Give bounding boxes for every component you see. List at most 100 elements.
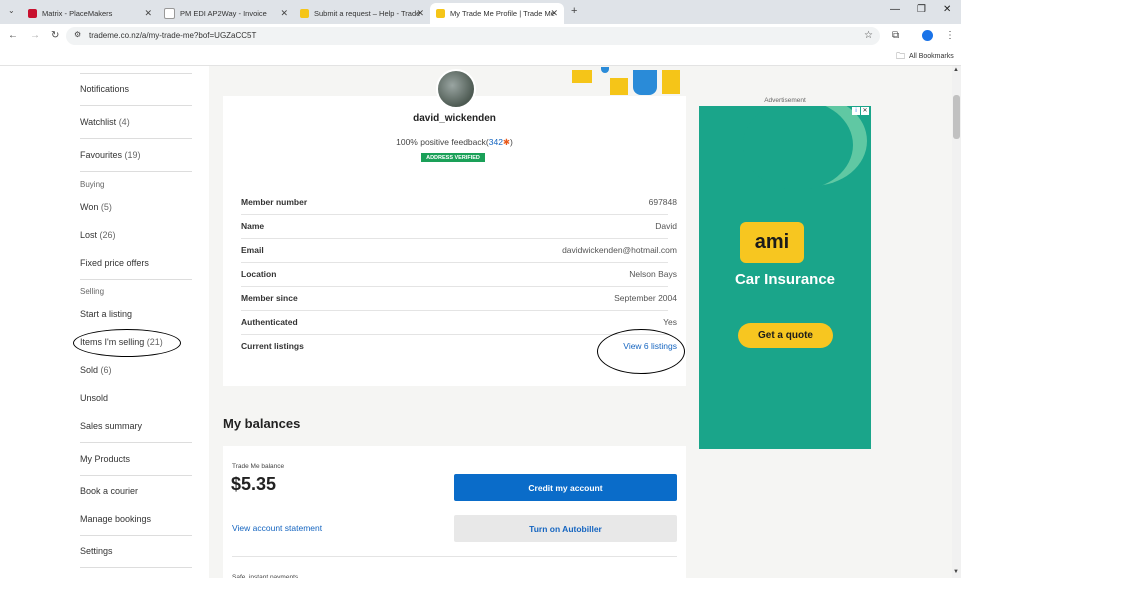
- back-icon[interactable]: ←: [8, 31, 18, 41]
- sidebar-heading-selling: Selling: [80, 287, 105, 296]
- sidebar-item-label: Unsold: [80, 393, 109, 403]
- current-listings-label: Current listings: [241, 341, 304, 351]
- sidebar-item-settings[interactable]: Settings: [80, 546, 192, 556]
- divider: [241, 286, 668, 287]
- feedback-text: 100% positive feedback: [396, 137, 486, 147]
- sidebar-item-won[interactable]: Won (5): [80, 202, 192, 212]
- scroll-down-icon[interactable]: ▼: [953, 569, 959, 575]
- sidebar-item-count: (4): [118, 117, 130, 127]
- credit-account-button[interactable]: Credit my account: [454, 474, 677, 501]
- balance-label: Trade Me balance: [232, 463, 285, 470]
- tab-matrix[interactable]: Matrix - PlaceMakers ✕: [22, 3, 158, 24]
- tab-trademe-profile[interactable]: My Trade Me Profile | Trade Me ✕: [430, 3, 564, 24]
- site-info-icon[interactable]: ⚙: [74, 31, 81, 39]
- get-quote-button[interactable]: Get a quote: [738, 323, 833, 348]
- scroll-up-icon[interactable]: ▲: [953, 67, 959, 73]
- scrollbar-thumb[interactable]: [953, 95, 960, 139]
- sidebar-item-label: Favourites: [80, 150, 123, 160]
- address-verified-badge: ADDRESS VERIFIED: [421, 153, 485, 162]
- url-text[interactable]: trademe.co.nz/a/my-trade-me?bof=UGZaCC5T: [89, 31, 256, 40]
- member-since-label: Member since: [241, 293, 298, 303]
- tab-title: My Trade Me Profile | Trade Me: [450, 9, 555, 18]
- ami-logo: ami: [740, 222, 804, 263]
- browser-window: ⌄ Matrix - PlaceMakers ✕ PM EDI AP2Way -…: [0, 0, 961, 578]
- feedback-count-link[interactable]: 342: [489, 137, 503, 147]
- divider: [241, 334, 668, 335]
- feedback-star-icon: ✱: [502, 137, 511, 147]
- authenticated-label: Authenticated: [241, 317, 298, 327]
- trademe-favicon-icon: [300, 9, 309, 18]
- sidebar-item-label: Watchlist: [80, 117, 117, 127]
- forward-icon[interactable]: →: [30, 31, 40, 41]
- maximize-icon[interactable]: ❐: [917, 4, 926, 15]
- sidebar-item-start-listing[interactable]: Start a listing: [80, 309, 192, 319]
- divider: [80, 567, 192, 568]
- sidebar-item-watchlist[interactable]: Watchlist (4): [80, 117, 192, 127]
- view-statement-link[interactable]: View account statement: [232, 523, 322, 533]
- minimize-icon[interactable]: —: [890, 4, 900, 15]
- sidebar-item-label: Won: [80, 202, 99, 212]
- close-tab-icon[interactable]: ✕: [144, 8, 152, 19]
- tab-search-icon[interactable]: ⌄: [8, 7, 15, 15]
- illustration-icon: [572, 70, 592, 83]
- annotation-circle: [73, 329, 181, 357]
- sidebar-item-sales-summary[interactable]: Sales summary: [80, 421, 192, 431]
- divider: [80, 105, 192, 106]
- sidebar-item-favourites[interactable]: Favourites (19): [80, 150, 192, 160]
- new-tab-icon[interactable]: +: [571, 6, 577, 17]
- sidebar-item-label: My Products: [80, 454, 131, 464]
- annotation-circle: [597, 329, 685, 374]
- sidebar-item-lost[interactable]: Lost (26): [80, 230, 192, 240]
- tab-edi-invoice[interactable]: PM EDI AP2Way - Invoice ✕: [158, 3, 294, 24]
- sidebar-item-unsold[interactable]: Unsold: [80, 393, 192, 403]
- extensions-icon[interactable]: ⧉: [892, 31, 899, 41]
- sidebar-item-my-products[interactable]: My Products: [80, 454, 192, 464]
- sidebar-item-label: Start a listing: [80, 309, 133, 319]
- balance-value: $5.35: [231, 474, 277, 494]
- feedback-line: 100% positive feedback(342✱): [396, 137, 513, 147]
- sidebar-item-fixed-price-offers[interactable]: Fixed price offers: [80, 258, 192, 268]
- close-tab-icon[interactable]: ✕: [280, 8, 288, 19]
- ad-label: Advertisement: [764, 97, 806, 104]
- divider: [241, 238, 668, 239]
- divider: [80, 475, 192, 476]
- tab-strip: ⌄ Matrix - PlaceMakers ✕ PM EDI AP2Way -…: [0, 0, 961, 24]
- divider: [241, 310, 668, 311]
- divider: [80, 442, 192, 443]
- ad-banner[interactable]: ami Car Insurance Get a quote i ✕: [699, 106, 871, 449]
- divider: [232, 556, 677, 557]
- name-value: David: [655, 221, 677, 231]
- autobiller-button[interactable]: Turn on Autobiller: [454, 515, 677, 542]
- sidebar-heading-buying: Buying: [80, 180, 105, 189]
- menu-kebab-icon[interactable]: ⋮: [945, 31, 955, 41]
- profile-avatar-icon[interactable]: [922, 30, 933, 41]
- member-number-label: Member number: [241, 197, 308, 207]
- tab-help-request[interactable]: Submit a request – Help - Trade ✕: [294, 3, 430, 24]
- close-window-icon[interactable]: ✕: [943, 4, 951, 15]
- sidebar-item-label: Manage bookings: [80, 514, 152, 524]
- sidebar-item-label: Fixed price offers: [80, 258, 149, 268]
- close-tab-icon[interactable]: ✕: [416, 8, 424, 19]
- reload-icon[interactable]: ↻: [51, 31, 59, 41]
- location-label: Location: [241, 269, 277, 279]
- sidebar-item-manage-bookings[interactable]: Manage bookings: [80, 514, 192, 524]
- scrollbar[interactable]: [952, 66, 961, 578]
- sidebar-item-label: Sales summary: [80, 421, 143, 431]
- adchoices-icon[interactable]: i: [852, 107, 860, 115]
- sidebar-item-book-courier[interactable]: Book a courier: [80, 486, 192, 496]
- divider: [241, 214, 668, 215]
- sidebar-item-count: (6): [100, 365, 112, 375]
- name-label: Name: [241, 221, 265, 231]
- bookmarks-bar: [0, 48, 961, 66]
- trademe-favicon-icon: [436, 9, 445, 18]
- sidebar-item-sold[interactable]: Sold (6): [80, 365, 192, 375]
- all-bookmarks-link[interactable]: All Bookmarks: [909, 53, 954, 60]
- ad-close-icon[interactable]: ✕: [861, 107, 869, 115]
- sidebar-item-count: (26): [99, 230, 116, 240]
- close-tab-icon[interactable]: ✕: [550, 8, 558, 19]
- sidebar-item-notifications[interactable]: Notifications: [80, 84, 192, 94]
- bookmark-star-icon[interactable]: ☆: [864, 31, 873, 41]
- sidebar-item-label: Sold: [80, 365, 99, 375]
- avatar: [436, 69, 476, 109]
- tab-title: Submit a request – Help - Trade: [314, 9, 421, 18]
